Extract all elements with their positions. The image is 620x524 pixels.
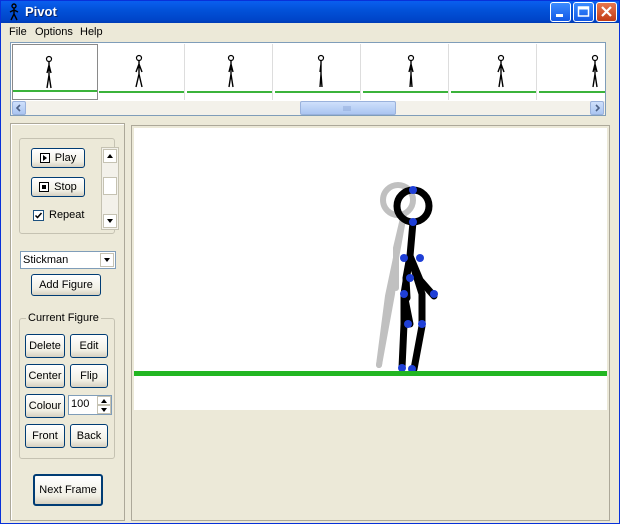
frame-thumbnail [135,54,143,88]
current-figure-group: Current Figure Delete Edit Center Flip C… [19,312,115,459]
slider-thumb[interactable] [103,177,117,195]
menu-help[interactable]: Help [80,26,103,38]
frame-ground-line [99,91,184,93]
frame-thumbnail [497,54,505,88]
colour-spinner[interactable]: 100 [68,395,112,415]
frame-ground-line [187,91,272,93]
speed-slider[interactable] [101,147,119,230]
timeline-frame[interactable] [539,44,605,100]
timeline-frame[interactable] [363,44,449,100]
stickman-figure[interactable] [393,186,438,373]
arrow-up-icon [101,399,107,403]
dropdown-arrow[interactable] [100,253,114,267]
frame-thumbnail [407,54,415,88]
maximize-button[interactable] [573,2,594,22]
next-frame-label: Next Frame [39,484,97,496]
title-bar[interactable]: Pivot [1,1,619,23]
spin-down-button[interactable] [97,405,111,414]
add-figure-button[interactable]: Add Figure [31,274,101,296]
front-button[interactable]: Front [25,424,65,448]
animation-canvas[interactable] [134,128,607,410]
arrow-down-icon [107,219,113,223]
timeline-frame[interactable] [12,44,98,100]
edit-button[interactable]: Edit [70,334,108,358]
center-button[interactable]: Center [25,364,65,388]
timeline-frame[interactable] [99,44,185,100]
left-control-panel: Play Stop Repeat Stickman Add Figure Cur… [10,123,125,521]
minimize-icon [556,14,563,17]
colour-label: Colour [28,400,62,412]
delete-label: Delete [29,340,61,352]
stage-svg [134,182,607,376]
window-title: Pivot [25,4,57,19]
timeline-frame[interactable] [275,44,361,100]
frame-thumbnail [591,54,599,88]
slider-up-button[interactable] [103,149,117,163]
ground-line [134,371,607,376]
menu-file[interactable]: File [9,26,27,38]
stickman-app-icon [9,3,19,21]
center-label: Center [28,370,62,382]
close-button[interactable] [596,2,617,22]
arrow-left-icon [15,104,21,112]
arrow-down-icon [101,408,107,412]
playback-group: Play Stop Repeat [19,138,119,234]
front-label: Front [32,430,58,442]
repeat-checkbox[interactable] [33,210,44,221]
play-icon [39,153,50,163]
frame-thumbnail [227,54,235,88]
arrow-up-icon [107,154,113,158]
scroll-right-button[interactable] [590,101,604,115]
scroll-left-button[interactable] [12,101,26,115]
figure-type-select[interactable]: Stickman [20,251,116,269]
menu-options[interactable]: Options [35,26,73,38]
repeat-label: Repeat [49,209,85,221]
arrow-right-icon [595,104,601,112]
frame-thumbnail [317,54,325,88]
chevron-down-icon [104,258,110,262]
canvas-area [131,125,610,521]
stop-button[interactable]: Stop [31,177,85,197]
back-label: Back [76,430,102,442]
stop-icon [39,182,50,192]
timeline-frame[interactable] [451,44,537,100]
stop-label: Stop [54,181,77,193]
flip-button[interactable]: Flip [70,364,108,388]
colour-button[interactable]: Colour [25,394,65,418]
play-label: Play [54,152,77,164]
colour-value: 100 [71,398,90,410]
close-icon [601,6,612,17]
timeline-frame[interactable] [187,44,273,100]
frame-thumbnail [45,55,53,89]
spin-up-button[interactable] [97,396,111,405]
minimize-button[interactable] [550,2,571,22]
slider-down-button[interactable] [103,214,117,228]
next-frame-button[interactable]: Next Frame [33,474,103,506]
scroll-thumb[interactable] [300,101,396,115]
play-button[interactable]: Play [31,148,85,168]
checkmark-icon [34,212,43,219]
add-figure-label: Add Figure [39,279,93,291]
flip-label: Flip [80,370,98,382]
grip-icon [343,106,351,111]
current-figure-label: Current Figure [26,312,101,324]
menu-bar: File Options Help [1,23,619,41]
pivot-window: Pivot File Options Help Play Stop Repeat… [0,0,620,524]
frame-timeline [10,42,606,116]
delete-button[interactable]: Delete [25,334,65,358]
frame-ground-line [539,91,605,93]
frame-ground-line [451,91,536,93]
back-button[interactable]: Back [70,424,108,448]
maximize-icon [577,6,590,17]
frame-ground-line [13,90,97,92]
edit-label: Edit [79,340,99,352]
frame-ground-line [363,91,448,93]
frame-ground-line [275,91,360,93]
figure-type-value: Stickman [23,254,69,266]
timeline-scrollbar[interactable] [11,101,605,115]
